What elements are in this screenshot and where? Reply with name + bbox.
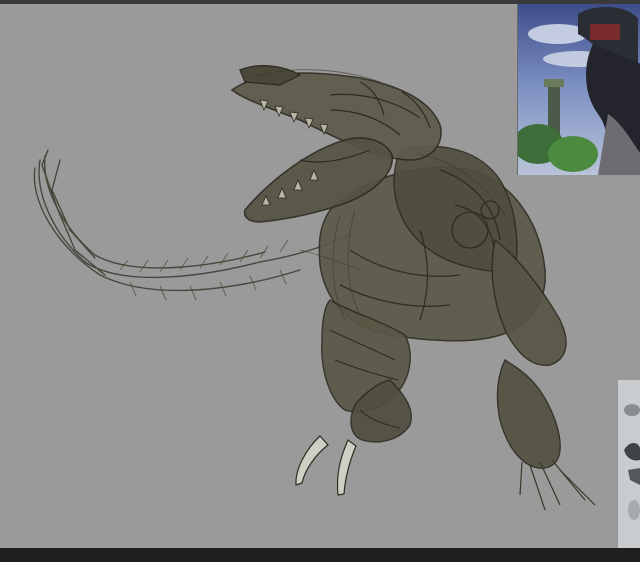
castle-landscape-image (518, 4, 640, 175)
creature-reference-image (618, 380, 640, 548)
castle-landscape-reference[interactable] (517, 4, 640, 175)
bottom-status-strip (0, 548, 640, 562)
painting-app-window (0, 0, 640, 562)
creature-reference[interactable] (618, 380, 640, 548)
